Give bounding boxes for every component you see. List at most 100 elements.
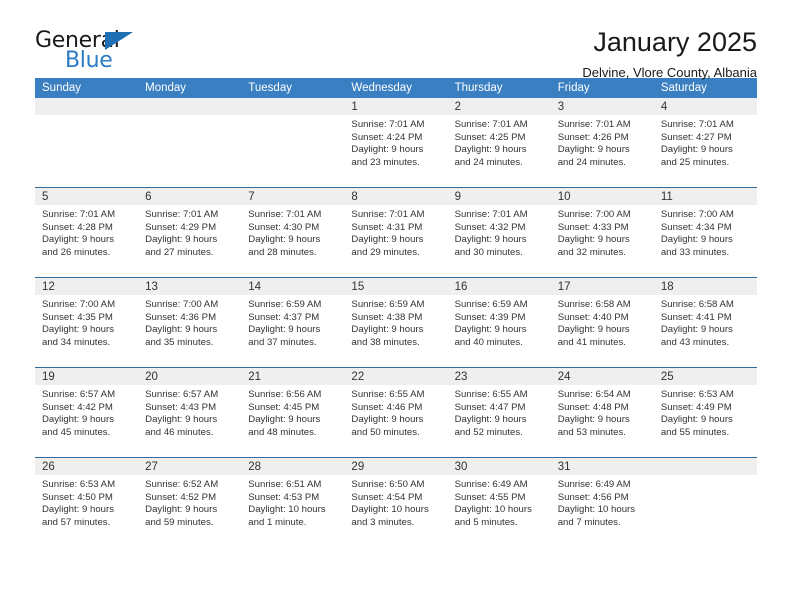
day-details: Sunrise: 6:58 AM Sunset: 4:40 PM Dayligh…	[551, 295, 654, 349]
day-cell[interactable]: 30 Sunrise: 6:49 AM Sunset: 4:55 PM Dayl…	[447, 457, 551, 547]
day-number: 30	[447, 458, 551, 475]
sunrise-text: Sunrise: 6:50 AM	[351, 479, 425, 490]
day-cell[interactable]	[138, 98, 242, 188]
day-cell[interactable]	[653, 457, 757, 547]
day-cell[interactable]: 4 Sunrise: 7:01 AM Sunset: 4:27 PM Dayli…	[653, 98, 757, 188]
daylight-text-line1: Daylight: 9 hours	[454, 414, 527, 426]
day-cell[interactable]: 26 Sunrise: 6:53 AM Sunset: 4:50 PM Dayl…	[35, 457, 139, 547]
daylight-text-line2: and 57 minutes.	[42, 516, 111, 528]
weekday-header-saturday: Saturday	[653, 78, 757, 98]
day-cell[interactable]: 2 Sunrise: 7:01 AM Sunset: 4:25 PM Dayli…	[447, 98, 551, 188]
sunrise-text: Sunrise: 6:54 AM	[557, 389, 631, 400]
day-cell[interactable]: 16 Sunrise: 6:59 AM Sunset: 4:39 PM Dayl…	[447, 277, 551, 368]
day-cell[interactable]: 6 Sunrise: 7:01 AM Sunset: 4:29 PM Dayli…	[138, 187, 242, 278]
day-cell[interactable]: 21 Sunrise: 6:56 AM Sunset: 4:45 PM Dayl…	[241, 367, 345, 458]
general-blue-logo[interactable]: General Blue	[35, 28, 165, 74]
daylight-text-line2: and 55 minutes.	[660, 426, 730, 438]
day-cell[interactable]: 12 Sunrise: 7:00 AM Sunset: 4:35 PM Dayl…	[35, 277, 139, 368]
day-details: Sunrise: 7:01 AM Sunset: 4:27 PM Dayligh…	[654, 115, 757, 169]
day-cell[interactable]: 22 Sunrise: 6:55 AM Sunset: 4:46 PM Dayl…	[344, 367, 448, 458]
daylight-text-line1: Daylight: 9 hours	[248, 234, 321, 246]
daylight-text-line1: Daylight: 9 hours	[660, 414, 733, 426]
day-cell[interactable]: 13 Sunrise: 7:00 AM Sunset: 4:36 PM Dayl…	[138, 277, 242, 368]
page-header: General Blue January 2025 Delvine, Vlore…	[35, 0, 757, 81]
day-details: Sunrise: 7:00 AM Sunset: 4:35 PM Dayligh…	[35, 295, 138, 349]
day-cell[interactable]: 19 Sunrise: 6:57 AM Sunset: 4:42 PM Dayl…	[35, 367, 139, 458]
sunset-text: Sunset: 4:41 PM	[660, 311, 732, 323]
daylight-text-line1: Daylight: 9 hours	[351, 234, 424, 246]
day-cell[interactable]	[35, 98, 139, 188]
day-cell[interactable]: 15 Sunrise: 6:59 AM Sunset: 4:38 PM Dayl…	[344, 277, 448, 368]
day-cell[interactable]: 17 Sunrise: 6:58 AM Sunset: 4:40 PM Dayl…	[550, 277, 654, 368]
day-number: 29	[344, 458, 448, 475]
day-details: Sunrise: 7:00 AM Sunset: 4:33 PM Dayligh…	[551, 205, 654, 259]
day-number: 22	[344, 368, 448, 385]
sunset-text: Sunset: 4:47 PM	[454, 401, 526, 413]
sunset-text: Sunset: 4:43 PM	[145, 401, 217, 413]
calendar-week-row: 19 Sunrise: 6:57 AM Sunset: 4:42 PM Dayl…	[35, 367, 757, 458]
daylight-text-line2: and 7 minutes.	[557, 516, 621, 528]
daylight-text-line1: Daylight: 9 hours	[557, 234, 630, 246]
daylight-text-line2: and 5 minutes.	[454, 516, 518, 528]
daylight-text-line2: and 33 minutes.	[660, 246, 730, 258]
sunrise-text: Sunrise: 6:55 AM	[351, 389, 425, 400]
day-cell[interactable]: 1 Sunrise: 7:01 AM Sunset: 4:24 PM Dayli…	[344, 98, 448, 188]
day-cell[interactable]: 9 Sunrise: 7:01 AM Sunset: 4:32 PM Dayli…	[447, 187, 551, 278]
day-cell[interactable]: 23 Sunrise: 6:55 AM Sunset: 4:47 PM Dayl…	[447, 367, 551, 458]
daylight-text-line1: Daylight: 9 hours	[248, 324, 321, 336]
daylight-text-line2: and 53 minutes.	[557, 426, 626, 438]
day-details: Sunrise: 6:59 AM Sunset: 4:38 PM Dayligh…	[344, 295, 447, 349]
day-number: 6	[138, 188, 242, 205]
daylight-text-line1: Daylight: 9 hours	[42, 234, 114, 246]
day-number: 8	[344, 188, 448, 205]
day-cell[interactable]: 28 Sunrise: 6:51 AM Sunset: 4:53 PM Dayl…	[241, 457, 345, 547]
day-cell[interactable]: 8 Sunrise: 7:01 AM Sunset: 4:31 PM Dayli…	[344, 187, 448, 278]
day-cell[interactable]: 3 Sunrise: 7:01 AM Sunset: 4:26 PM Dayli…	[550, 98, 654, 188]
day-cell[interactable]: 10 Sunrise: 7:00 AM Sunset: 4:33 PM Dayl…	[550, 187, 654, 278]
day-cell[interactable]: 24 Sunrise: 6:54 AM Sunset: 4:48 PM Dayl…	[550, 367, 654, 458]
daylight-text-line2: and 30 minutes.	[454, 246, 523, 258]
sunset-text: Sunset: 4:40 PM	[557, 311, 629, 323]
daylight-text-line2: and 24 minutes.	[454, 156, 523, 168]
weekday-header-sunday: Sunday	[35, 78, 139, 98]
sunrise-text: Sunrise: 7:01 AM	[145, 209, 219, 220]
daylight-text-line2: and 50 minutes.	[351, 426, 420, 438]
day-cell[interactable]: 27 Sunrise: 6:52 AM Sunset: 4:52 PM Dayl…	[138, 457, 242, 547]
day-details: Sunrise: 6:55 AM Sunset: 4:46 PM Dayligh…	[344, 385, 447, 439]
day-cell[interactable]: 7 Sunrise: 7:01 AM Sunset: 4:30 PM Dayli…	[241, 187, 345, 278]
day-cell[interactable]: 14 Sunrise: 6:59 AM Sunset: 4:37 PM Dayl…	[241, 277, 345, 368]
calendar-body: 1 Sunrise: 7:01 AM Sunset: 4:24 PM Dayli…	[35, 98, 757, 547]
day-cell[interactable]: 29 Sunrise: 6:50 AM Sunset: 4:54 PM Dayl…	[344, 457, 448, 547]
daylight-text-line2: and 37 minutes.	[248, 336, 317, 348]
day-details: Sunrise: 6:57 AM Sunset: 4:43 PM Dayligh…	[138, 385, 241, 439]
day-cell[interactable]: 5 Sunrise: 7:01 AM Sunset: 4:28 PM Dayli…	[35, 187, 139, 278]
sunrise-text: Sunrise: 7:01 AM	[454, 119, 528, 130]
sunrise-text: Sunrise: 6:59 AM	[248, 299, 322, 310]
day-details: Sunrise: 6:52 AM Sunset: 4:52 PM Dayligh…	[138, 475, 241, 529]
sunrise-text: Sunrise: 7:01 AM	[248, 209, 322, 220]
day-cell[interactable]: 11 Sunrise: 7:00 AM Sunset: 4:34 PM Dayl…	[653, 187, 757, 278]
daylight-text-line2: and 52 minutes.	[454, 426, 523, 438]
day-number: 3	[550, 98, 654, 115]
day-number: 4	[653, 98, 757, 115]
day-cell[interactable]: 25 Sunrise: 6:53 AM Sunset: 4:49 PM Dayl…	[653, 367, 757, 458]
day-number: 7	[241, 188, 345, 205]
day-cell[interactable]	[241, 98, 345, 188]
day-cell[interactable]: 20 Sunrise: 6:57 AM Sunset: 4:43 PM Dayl…	[138, 367, 242, 458]
sunset-text: Sunset: 4:32 PM	[454, 221, 526, 233]
daylight-text-line1: Daylight: 9 hours	[145, 324, 218, 336]
daylight-text-line1: Daylight: 9 hours	[660, 234, 733, 246]
day-details: Sunrise: 7:01 AM Sunset: 4:29 PM Dayligh…	[138, 205, 241, 259]
day-details: Sunrise: 6:53 AM Sunset: 4:49 PM Dayligh…	[654, 385, 757, 439]
sunset-text: Sunset: 4:50 PM	[42, 491, 113, 503]
sunrise-text: Sunrise: 6:51 AM	[248, 479, 322, 490]
day-number: 14	[241, 278, 345, 295]
day-cell[interactable]: 18 Sunrise: 6:58 AM Sunset: 4:41 PM Dayl…	[653, 277, 757, 368]
day-details: Sunrise: 7:01 AM Sunset: 4:32 PM Dayligh…	[448, 205, 551, 259]
sunrise-text: Sunrise: 7:01 AM	[42, 209, 116, 220]
weekday-header-tuesday: Tuesday	[241, 78, 345, 98]
day-cell[interactable]: 31 Sunrise: 6:49 AM Sunset: 4:56 PM Dayl…	[550, 457, 654, 547]
sunset-text: Sunset: 4:36 PM	[145, 311, 217, 323]
daylight-text-line1: Daylight: 10 hours	[351, 504, 429, 516]
logo-text-blue: Blue	[65, 48, 113, 73]
